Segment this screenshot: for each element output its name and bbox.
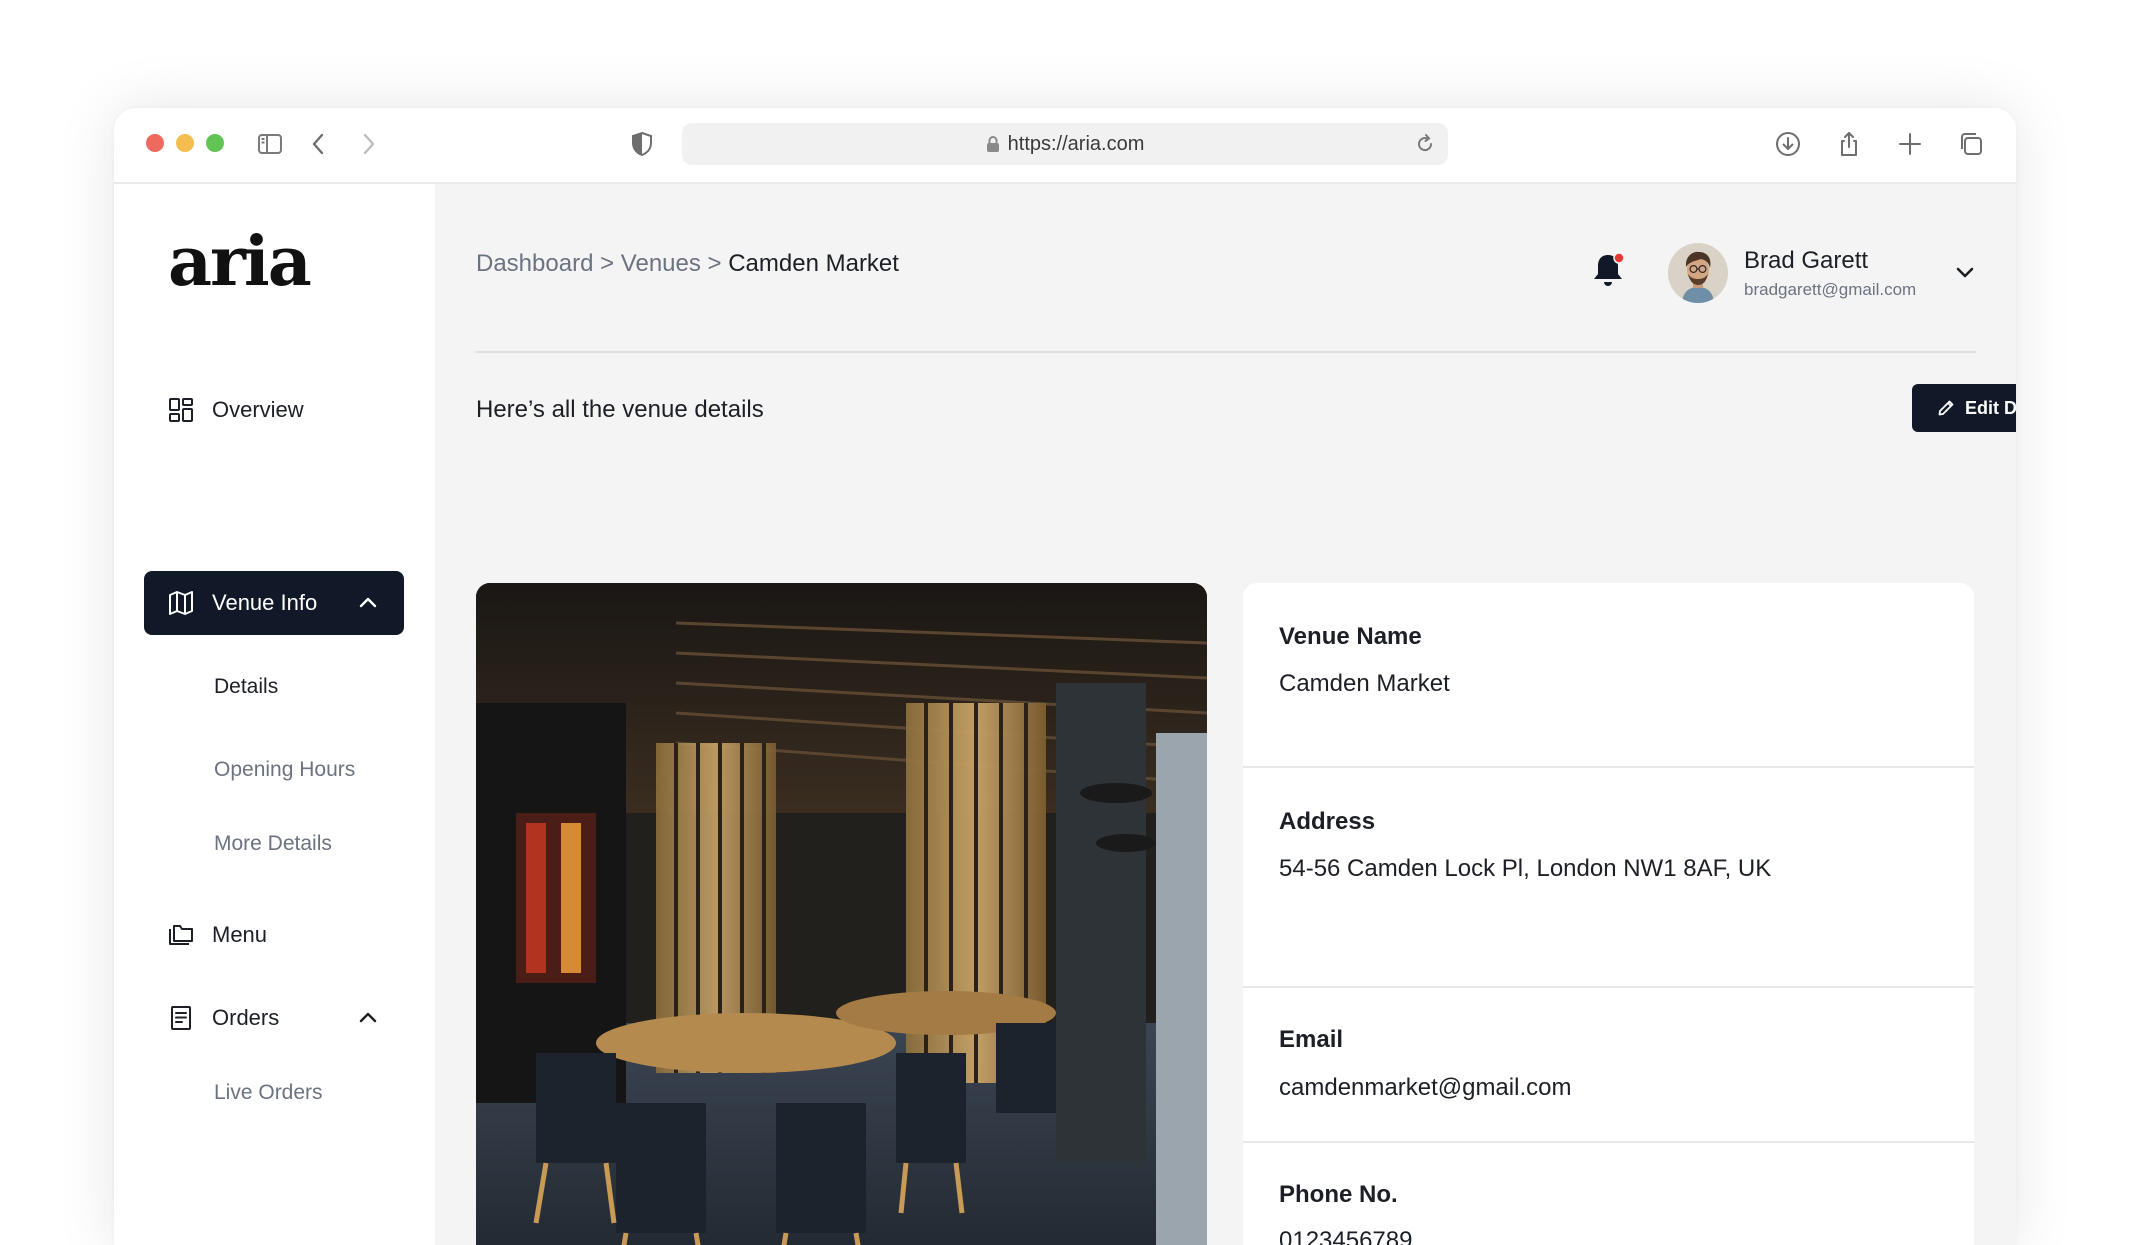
header-divider — [476, 351, 1976, 353]
chevron-up-icon[interactable] — [358, 593, 378, 613]
sidebar: aria Overview Venue Info Details Opening… — [114, 184, 435, 1245]
breadcrumb-venues[interactable]: Venues — [621, 250, 701, 277]
app-logo[interactable]: aria — [168, 222, 312, 302]
field-venue-name: Venue Name Camden Market — [1243, 583, 1974, 768]
reload-icon[interactable] — [1414, 133, 1436, 155]
field-value: 54-56 Camden Lock Pl, London NW1 8AF, UK — [1279, 855, 1772, 882]
address-bar[interactable]: https://aria.com — [682, 123, 1448, 165]
avatar[interactable] — [1668, 243, 1728, 303]
breadcrumb-dashboard[interactable]: Dashboard — [476, 250, 593, 277]
sidebar-toggle-icon[interactable] — [254, 128, 286, 160]
browser-toolbar: https://aria.com — [114, 108, 2016, 184]
notification-bell-icon[interactable] — [1590, 250, 1626, 290]
maximize-window-button[interactable] — [206, 134, 224, 152]
field-phone: Phone No. 0123456789 — [1243, 1143, 1974, 1245]
user-email: bradgarett@gmail.com — [1744, 280, 1917, 299]
breadcrumb-current: Camden Market — [728, 250, 899, 277]
venue-photo — [476, 583, 1207, 1245]
chevron-up-icon[interactable] — [358, 1008, 378, 1028]
share-icon[interactable] — [1833, 128, 1865, 160]
field-value: 0123456789 — [1279, 1227, 1413, 1245]
field-value: camdenmarket@gmail.com — [1279, 1074, 1572, 1101]
close-window-button[interactable] — [146, 134, 164, 152]
field-email: Email camdenmarket@gmail.com — [1243, 988, 1974, 1143]
forward-icon[interactable] — [352, 128, 384, 160]
field-address: Address 54-56 Camden Lock Pl, London NW1… — [1243, 768, 1974, 988]
sidebar-item-menu[interactable]: Menu — [144, 903, 404, 967]
edit-details-button[interactable]: Edit Details — [1912, 384, 2016, 432]
tabs-overview-icon[interactable] — [1955, 128, 1987, 160]
map-icon — [166, 588, 196, 618]
grid-icon — [166, 395, 196, 425]
field-label: Phone No. — [1279, 1181, 1398, 1208]
sidebar-item-orders[interactable]: Orders — [144, 986, 404, 1050]
sidebar-item-overview[interactable]: Overview — [144, 378, 404, 442]
back-icon[interactable] — [303, 128, 335, 160]
sidebar-subitem-live-orders[interactable]: Live Orders — [214, 1081, 323, 1105]
folder-icon — [166, 920, 196, 950]
download-icon[interactable] — [1772, 128, 1804, 160]
sidebar-item-label: Orders — [212, 1005, 280, 1030]
url-text: https://aria.com — [1007, 132, 1145, 155]
breadcrumb: Dashboard > Venues > Camden Market — [476, 250, 899, 278]
pencil-icon — [1938, 400, 1954, 416]
sidebar-subitem-details[interactable]: Details — [214, 675, 278, 699]
field-value: Camden Market — [1279, 670, 1450, 697]
field-label: Venue Name — [1279, 623, 1422, 650]
sidebar-item-label: Overview — [212, 397, 304, 422]
sidebar-subitem-opening-hours[interactable]: Opening Hours — [214, 758, 355, 782]
sidebar-item-label: Menu — [212, 922, 268, 947]
breadcrumb-separator: > — [600, 250, 621, 277]
user-name: Brad Garett — [1744, 247, 1869, 274]
chevron-down-icon[interactable] — [1953, 260, 1977, 284]
field-label: Email — [1279, 1026, 1344, 1053]
receipt-icon — [166, 1003, 196, 1033]
venue-details-card: Venue Name Camden Market Address 54-56 C… — [1243, 583, 1974, 1245]
lock-icon — [986, 136, 999, 152]
new-tab-icon[interactable] — [1894, 128, 1926, 160]
shield-icon[interactable] — [626, 128, 658, 160]
browser-window: https://aria.com aria Overview Venue Inf… — [114, 108, 2016, 1245]
sidebar-item-venue-info[interactable]: Venue Info — [144, 571, 404, 635]
edit-details-label: Edit Details — [1964, 397, 2016, 418]
field-label: Address — [1279, 808, 1376, 835]
main-content: Dashboard > Venues > Camden Market Brad … — [435, 184, 2016, 1245]
page-subtitle: Here’s all the venue details — [476, 396, 764, 423]
minimize-window-button[interactable] — [176, 134, 194, 152]
breadcrumb-separator: > — [707, 250, 729, 277]
sidebar-subitem-more-details[interactable]: More Details — [214, 832, 332, 856]
sidebar-item-label: Venue Info — [212, 590, 318, 615]
